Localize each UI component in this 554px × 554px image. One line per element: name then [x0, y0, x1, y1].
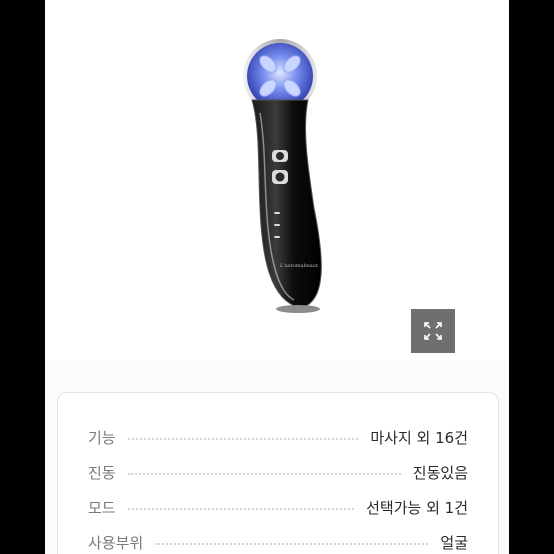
dotted-leader [155, 543, 429, 545]
dotted-leader [127, 438, 359, 440]
spec-label: 진동 [88, 463, 116, 482]
spec-card: 기능 마사지 외 16건 진동 진동있음 모드 선택가능 외 1건 사용부위 얼… [57, 392, 499, 554]
expand-image-button[interactable] [411, 309, 455, 353]
spec-value: 마사지 외 16건 [370, 428, 468, 447]
spec-label: 기능 [88, 428, 116, 447]
spec-label: 사용부위 [88, 533, 144, 552]
brand-text: L'automabeaut [280, 263, 319, 269]
spec-label: 모드 [88, 498, 116, 517]
expand-icon [424, 322, 442, 340]
spec-value: 선택가능 외 1건 [366, 498, 468, 517]
spec-row-function: 기능 마사지 외 16건 [88, 424, 468, 450]
spec-row-vibration: 진동 진동있음 [88, 459, 468, 485]
product-image-area[interactable]: L'automabeaut [45, 0, 509, 360]
dotted-leader [127, 473, 401, 475]
product-screen: L'automabeaut 기능 마사지 외 16건 진동 진동있음 모드 선택… [45, 0, 509, 554]
face-massager-device-image [243, 39, 322, 313]
spec-row-usage-area: 사용부위 얼굴 [88, 529, 468, 554]
spec-value: 얼굴 [440, 533, 468, 552]
dotted-leader [127, 508, 355, 510]
spec-value: 진동있음 [412, 463, 468, 482]
spec-row-mode: 모드 선택가능 외 1건 [88, 494, 468, 520]
